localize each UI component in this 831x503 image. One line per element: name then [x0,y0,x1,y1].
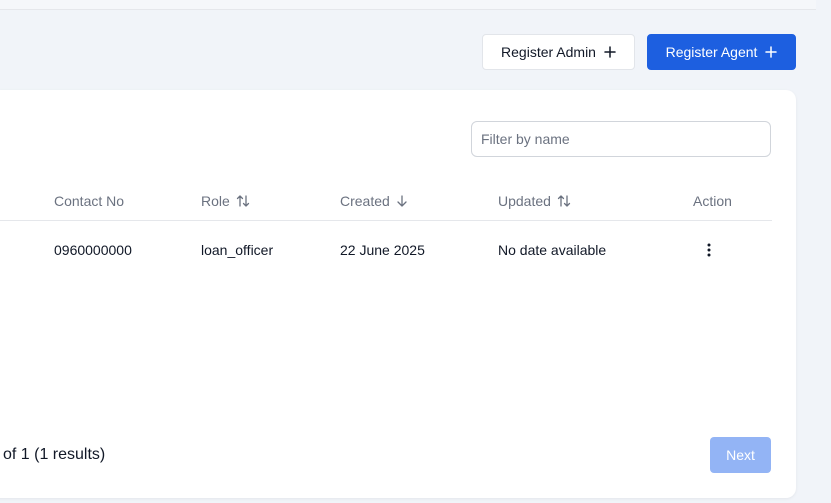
plus-icon [765,46,778,58]
sort-descending-icon [397,195,407,207]
sort-icon [557,195,571,207]
cell-updated: No date available [498,242,607,258]
column-header-label: Created [340,193,390,209]
top-bar [0,0,816,10]
column-header-label: Action [693,193,732,209]
register-agent-button[interactable]: Register Agent [647,34,796,70]
table-header-divider [0,220,772,221]
more-vertical-icon [707,243,711,257]
pagination-results-text: of 1 (1 results) [3,446,106,463]
cell-contact-no: 0960000000 [54,242,132,258]
cell-role: loan_officer [201,242,274,258]
column-header-action: Action [693,193,732,209]
column-header-label: Updated [498,193,551,209]
column-header-contact-no[interactable]: Contact No [54,193,124,209]
column-header-role[interactable]: Role [201,193,250,209]
register-admin-button[interactable]: Register Admin [482,34,635,70]
register-admin-label: Register Admin [501,44,596,60]
cell-created: 22 June 2025 [340,242,425,258]
filter-by-name-input[interactable] [471,121,771,157]
column-header-label: Role [201,193,230,209]
sort-icon [236,195,249,207]
column-header-created[interactable]: Created [340,193,408,209]
next-page-button[interactable]: Next [710,437,771,473]
plus-icon [604,46,616,58]
row-actions-button[interactable] [700,240,718,260]
column-header-updated[interactable]: Updated [498,193,571,209]
register-agent-label: Register Agent [665,44,758,60]
column-header-label: Contact No [54,193,125,209]
